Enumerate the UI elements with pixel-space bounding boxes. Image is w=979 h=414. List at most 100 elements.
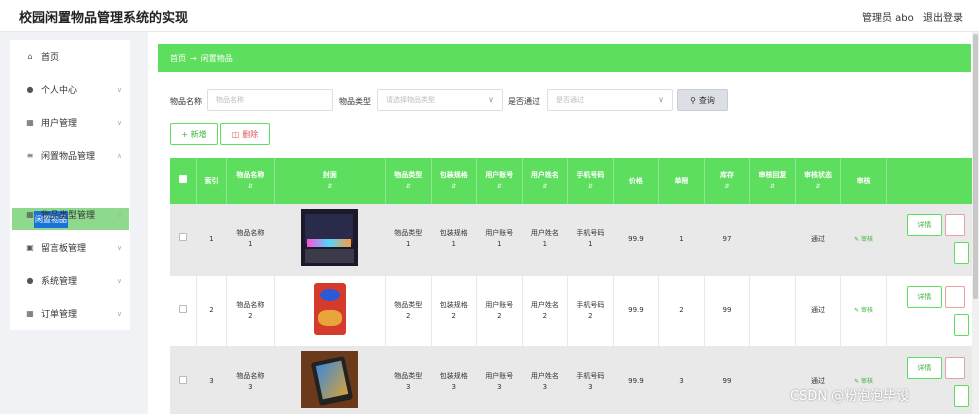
- cell-cover: [274, 346, 386, 414]
- detail-button[interactable]: 详情: [906, 214, 942, 236]
- table-row: 2 物品名称 2 物品类型 2 包装规格 2 用户账号 2 用户姓名 2 手机号…: [170, 275, 979, 347]
- cell-cover: [274, 204, 386, 276]
- chevron-down-icon: ∨: [116, 309, 122, 318]
- sidebar-item-label: 留言板管理: [41, 244, 87, 254]
- cell-limit: 1: [658, 204, 705, 276]
- select-all-checkbox[interactable]: [170, 158, 197, 204]
- query-button-label: 查询: [698, 95, 715, 105]
- add-button[interactable]: + 新增: [170, 123, 218, 145]
- chevron-down-icon: ∨: [116, 276, 122, 285]
- cell-stock: 99: [704, 275, 751, 347]
- chevron-down-icon: ∨: [488, 95, 494, 104]
- sidebar-item-system[interactable]: ● 系统管理 ∨: [10, 264, 130, 297]
- header-name[interactable]: 物品名称 ⇵: [226, 158, 275, 204]
- cell-username: 用户姓名 2: [522, 275, 569, 347]
- chevron-down-icon: ∨: [116, 243, 122, 252]
- sidebar-item-home[interactable]: ⌂ 首页: [10, 40, 130, 73]
- cover-image-keyboard: [301, 208, 359, 266]
- header-account[interactable]: 用户账号 ⇵: [476, 158, 523, 204]
- cell-price: 99.9: [613, 204, 660, 276]
- cell-account: 用户账号 2: [476, 275, 523, 347]
- detail-button[interactable]: 详情: [906, 285, 942, 308]
- cell-limit: 3: [658, 346, 705, 414]
- logout-link[interactable]: 退出登录: [923, 9, 963, 24]
- edit-button[interactable]: [944, 214, 965, 236]
- cell-account: 用户账号 3: [476, 346, 523, 414]
- header-type[interactable]: 物品类型 ⇵: [385, 158, 432, 204]
- table-header-row: 索引 物品名称 ⇵ 封面 ⇵ 物品类型 ⇵ 包装规格 ⇵ 用户账号 ⇵ 用户姓名 ⇵ 手机号…: [170, 158, 979, 204]
- header-limit: 单限: [658, 158, 705, 204]
- edit-button[interactable]: [944, 356, 965, 379]
- chevron-down-icon: ∨: [116, 118, 122, 127]
- header-review: 审核: [840, 158, 887, 204]
- grid-icon: ▦: [26, 118, 34, 127]
- header-username[interactable]: 用户姓名 ⇵: [522, 158, 569, 204]
- grid-icon: ▦: [26, 210, 34, 219]
- cell-spec: 包装规格 2: [431, 275, 478, 347]
- vertical-scrollbar-thumb[interactable]: [973, 34, 978, 299]
- cell-status: 通过: [795, 275, 842, 347]
- pass-filter-select[interactable]: 是否通过 ∨: [547, 89, 673, 111]
- breadcrumb-home[interactable]: 首页: [170, 53, 186, 64]
- sidebar-item-label: 闲置物品管理: [41, 152, 96, 162]
- delete-row-button[interactable]: [953, 242, 969, 264]
- detail-button[interactable]: 详情: [906, 356, 942, 379]
- query-button[interactable]: ⚲ 查询: [677, 89, 728, 111]
- header-spec[interactable]: 包装规格 ⇵: [431, 158, 478, 204]
- name-filter-input[interactable]: 物品名称: [207, 89, 333, 111]
- breadcrumb-separator: →: [190, 53, 197, 63]
- sidebar-item-user-management[interactable]: ▦ 用户管理 ∨: [10, 106, 130, 139]
- cell-ops: 详情: [886, 204, 979, 276]
- cover-image-tablet: [301, 351, 359, 408]
- sidebar-item-personal-center[interactable]: ● 个人中心 ∨: [10, 73, 130, 106]
- breadcrumb: 首页 → 闲置物品: [158, 44, 971, 72]
- cell-index: 1: [196, 204, 228, 276]
- user-icon: ●: [26, 276, 34, 285]
- sidebar-item-item-types[interactable]: ▦ 物品类型管理 ∨: [10, 198, 130, 231]
- edit-icon: ✎: [854, 235, 860, 243]
- delete-button-label: 删除: [242, 129, 259, 139]
- cell-reply: [749, 275, 796, 347]
- cell-name: 物品名称 3: [226, 346, 275, 414]
- grid-icon: ▦: [26, 309, 34, 318]
- header-reply[interactable]: 审核回复 ⇵: [749, 158, 796, 204]
- cell-stock: 99: [704, 346, 751, 414]
- edit-icon: ✎: [854, 378, 860, 385]
- app-title: 校园闲置物品管理系统的实现: [19, 11, 189, 26]
- review-link[interactable]: ✎ 审核: [854, 307, 873, 314]
- row-checkbox[interactable]: [170, 346, 197, 414]
- row-checkbox[interactable]: [170, 204, 197, 276]
- cell-review: ✎ 审核: [840, 275, 887, 347]
- current-user-label[interactable]: 管理员 abo: [862, 9, 914, 24]
- cell-stock: 97: [704, 204, 751, 276]
- review-link[interactable]: ✎ 审核: [854, 378, 873, 385]
- items-table: 索引 物品名称 ⇵ 封面 ⇵ 物品类型 ⇵ 包装规格 ⇵ 用户账号 ⇵ 用户姓名 ⇵ 手机号…: [170, 158, 979, 414]
- cell-type: 物品类型 2: [385, 275, 432, 347]
- header-cover[interactable]: 封面 ⇵: [274, 158, 386, 204]
- sidebar-item-label: 物品类型管理: [41, 211, 96, 221]
- type-filter-label: 物品类型: [339, 97, 371, 106]
- menu-icon: ≡: [26, 151, 34, 160]
- type-filter-select[interactable]: 请选择物品类型 ∨: [377, 89, 503, 111]
- delete-button[interactable]: ◫ 删除: [220, 123, 270, 145]
- edit-button[interactable]: [944, 285, 965, 308]
- header-status[interactable]: 审核状态 ⇵: [795, 158, 842, 204]
- home-icon: ⌂: [27, 52, 33, 61]
- review-link[interactable]: ✎ 审核: [854, 236, 873, 243]
- sidebar-item-orders[interactable]: ▦ 订单管理 ∨: [10, 297, 130, 330]
- row-checkbox[interactable]: [170, 275, 197, 347]
- cell-type: 物品类型 1: [385, 204, 432, 276]
- delete-row-button[interactable]: [953, 313, 969, 336]
- sidebar-item-message-board[interactable]: ▣ 留言板管理 ∨: [10, 231, 130, 264]
- cell-reply: [749, 204, 796, 276]
- cell-ops: 详情: [886, 275, 979, 347]
- table-row: 1 物品名称 1 物品类型 1 包装规格 1 用户账号 1 用户姓名 1 手机号…: [170, 204, 979, 276]
- top-bar: 校园闲置物品管理系统的实现 管理员 abo 退出登录: [0, 0, 979, 32]
- header-phone[interactable]: 手机号码 ⇵: [567, 158, 614, 204]
- delete-row-button[interactable]: [953, 384, 969, 407]
- sidebar-item-idle-items[interactable]: ≡ 闲置物品管理 ∧: [10, 139, 130, 172]
- cell-spec: 包装规格 1: [431, 204, 478, 276]
- header-stock[interactable]: 库存 ⇵: [704, 158, 751, 204]
- cell-phone: 手机号码 1: [567, 204, 614, 276]
- cell-username: 用户姓名 3: [522, 346, 569, 414]
